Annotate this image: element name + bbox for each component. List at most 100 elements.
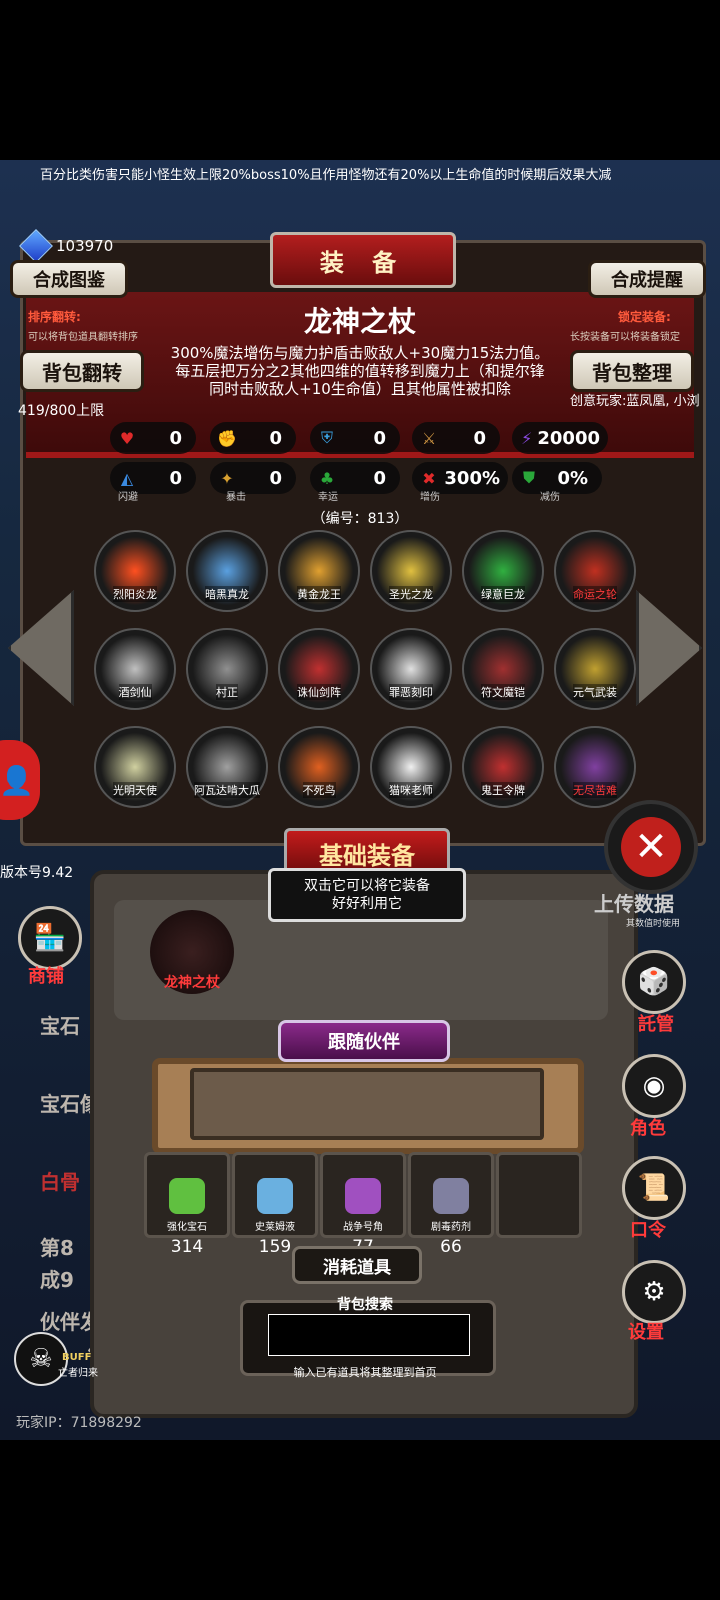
equipment-slot[interactable]: 命运之轮 [554,530,636,612]
consumable-name: 剧毒药剂 [431,1222,471,1233]
tip-line-1: 双击它可以将它装备 [304,878,430,894]
equipment-slot[interactable]: 酒剑仙 [94,628,176,710]
equipment-slot[interactable]: 村正 [186,628,268,710]
equipment-name: 无尽苦难 [573,782,617,798]
consumable-slot-empty[interactable] [496,1152,582,1238]
equipment-slot[interactable]: 暗黑真龙 [186,530,268,612]
stat-value: 0 [269,467,282,489]
manage-button[interactable]: 🎲 [622,950,686,1014]
code-button[interactable]: 📜 [622,1156,686,1220]
equipment-name: 暗黑真龙 [205,586,249,602]
upload-data-label[interactable]: 上传数据 [594,888,674,917]
consumable-slot[interactable]: 史莱姆液 159 [232,1152,318,1257]
equipment-slot[interactable]: 诛仙剑阵 [278,628,360,710]
equipment-name: 光明天使 [113,782,157,798]
lock-label: 锁定装备: [618,310,671,324]
status-bar-area [0,0,720,160]
equipment-slot[interactable]: 元气武装 [554,628,636,710]
stat-value: 0 [473,427,486,449]
gem-icon [169,1178,205,1214]
equipment-slot[interactable]: 不死鸟 [278,726,360,808]
selected-equipment[interactable]: 龙神之杖 [150,910,234,994]
settings-button[interactable]: ⚙ [622,1260,686,1324]
equipment-name: 诛仙剑阵 [297,684,341,700]
bg-text-3: 白骨 [40,1170,80,1194]
mana-icon: ⚡ [521,428,533,448]
weapon-icon: ⚔ [421,428,437,448]
organize-bag-button[interactable]: 背包整理 [570,350,694,392]
bag-search-title: 背包搜索 [337,1297,393,1313]
equipment-slot[interactable]: 阿瓦达啃大瓜 [186,726,268,808]
bg-text-5: 成9 [40,1268,74,1292]
heart-icon: ♥ [119,428,135,448]
role-label: 角色 [630,1118,666,1139]
companion-title: 跟随伙伴 [278,1020,450,1062]
stat-label: 增伤 [420,492,440,503]
gem-count: 103970 [56,237,114,255]
sort-label: 排序翻转: [28,310,81,324]
equipment-slot[interactable]: 烈阳炎龙 [94,530,176,612]
equipment-slot[interactable]: 无尽苦难 [554,726,636,808]
equipment-name: 绿意巨龙 [481,586,525,602]
manage-label: 託管 [638,1014,674,1035]
bg-text-4: 第8 [40,1236,74,1260]
stat-hp: ♥ 0 [110,422,196,454]
item-description: 300%魔法增伤与魔力护盾击败敌人+30魔力15法力值。每五层把万分之2其他四维… [170,344,550,398]
equipment-slot[interactable]: 绿意巨龙 [462,530,544,612]
equipment-slot[interactable]: 黄金龙王 [278,530,360,612]
role-button[interactable]: ◉ [622,1054,686,1118]
hood-icon: ◉ [642,1071,666,1101]
equipment-slot[interactable]: 罪恶刻印 [370,628,452,710]
stat-weapon: ⚔ 0 [412,422,500,454]
shop-button[interactable]: 🏪 [18,906,82,970]
stat-value: 0 [373,467,386,489]
stat-value: 0 [169,467,182,489]
bag-search-input[interactable] [268,1314,470,1356]
stat-value: 0% [557,467,588,489]
tip-text: 百分比类伤害只能小怪生效上限20%boss10%且作用怪物还有20%以上生命值的… [40,168,612,183]
buff-label: BUFF [62,1352,92,1363]
consumable-slot[interactable]: 强化宝石 314 [144,1152,230,1257]
shield-icon: ⛊ [522,468,535,487]
equipment-slot[interactable]: 圣光之龙 [370,530,452,612]
tip-line-2: 好好利用它 [332,896,402,912]
avatar[interactable]: 👤 [0,740,40,820]
buff-sub: 亡者归来 [58,1368,98,1379]
synthesis-reminder-button[interactable]: 合成提醒 [588,260,706,298]
equipment-slot[interactable]: 猫咪老师 [370,726,452,808]
consumable-slot[interactable]: 剧毒药剂 66 [408,1152,494,1257]
player-ip: 玩家IP：71898292 [16,1415,142,1431]
equipment-name: 不死鸟 [302,782,336,798]
bag-search-hint: 输入已有道具将其整理到首页 [293,1366,437,1379]
synthesis-catalog-button[interactable]: 合成图鉴 [10,260,128,298]
flip-bag-button[interactable]: 背包翻转 [20,350,144,392]
item-name: 龙神之杖 [303,305,416,338]
equipment-name: 猫咪老师 [389,782,433,798]
gem-counter: 103970 [19,229,114,263]
equipment-slot[interactable]: 鬼王令牌 [462,726,544,808]
equipment-name: 命运之轮 [573,586,617,602]
equipment-name: 黄金龙王 [297,586,341,602]
code-label: 口令 [630,1220,666,1241]
equipment-name: 符文魔铠 [481,684,525,700]
companion-slot[interactable] [190,1068,544,1140]
upload-data-sub: 其数值时使用 [626,919,681,929]
poison-icon [433,1178,469,1214]
shop-label: 商铺 [28,966,64,987]
stat-value: 0 [269,427,282,449]
consumable-name: 史莱姆液 [255,1222,295,1233]
stat-value: 0 [169,427,182,449]
consumable-slot[interactable]: 战争号角 77 [320,1152,406,1257]
scroll-icon: 📜 [637,1173,671,1203]
stat-label: 减伤 [540,492,560,503]
consumable-count: 66 [440,1237,462,1257]
equipment-name: 酒剑仙 [118,684,152,700]
stat-value: 300% [444,467,500,489]
lock-sub: 长按装备可以将装备锁定 [570,332,680,343]
nav-bar-area [0,1440,720,1600]
equipment-slot[interactable]: 符文魔铠 [462,628,544,710]
shop-icon: 🏪 [33,923,67,953]
equipment-slot[interactable]: 光明天使 [94,726,176,808]
equipment-name: 烈阳炎龙 [113,586,157,602]
close-button[interactable]: ✕ [604,800,698,894]
